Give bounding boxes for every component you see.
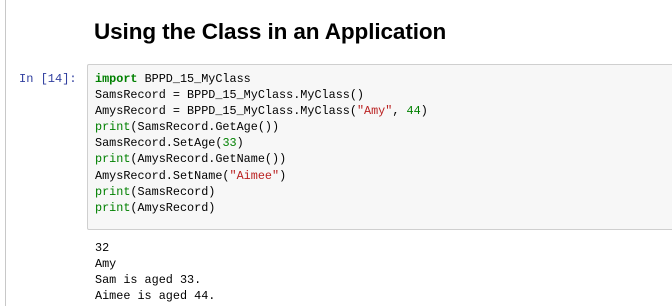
notebook-page: Using the Class in an Application In [14…	[0, 0, 672, 306]
code-token: 33	[222, 136, 237, 151]
code-token: AmysRecord = BPPD_15_MyClass.MyClass(	[95, 104, 357, 119]
markdown-heading: Using the Class in an Application	[94, 19, 447, 44]
code-token: )	[236, 136, 244, 151]
code-token: )	[279, 168, 287, 183]
code-line: AmysRecord = BPPD_15_MyClass.MyClass("Am…	[95, 103, 428, 119]
code-token: AmysRecord.SetName(	[95, 168, 230, 183]
code-token: BPPD_15_MyClass	[137, 72, 251, 86]
code-token: "Amy"	[356, 104, 393, 119]
code-token: print	[95, 200, 131, 215]
code-token: (SamsRecord.GetAge())	[130, 120, 280, 135]
code-line: print(AmysRecord.GetName())	[95, 151, 428, 167]
code-token: 44	[406, 104, 421, 119]
code-token: ,	[392, 104, 407, 119]
output-line: Aimee is aged 44.	[95, 289, 216, 304]
code-token: SamsRecord = BPPD_15_MyClass.MyClass()	[95, 88, 365, 103]
code-token: print	[95, 120, 131, 135]
code-token: (AmysRecord.GetName())	[130, 152, 287, 167]
notebook-left-border	[5, 0, 6, 306]
code-line: print(AmysRecord)	[95, 200, 428, 216]
code-line: print(SamsRecord.GetAge())	[95, 119, 428, 135]
code-line: import BPPD_15_MyClass	[95, 71, 428, 87]
code-token: print	[95, 184, 131, 199]
output-line: 32	[95, 241, 110, 255]
code-token: )	[420, 104, 428, 119]
code-line: AmysRecord.SetName("Aimee")	[95, 168, 428, 184]
code-line: SamsRecord = BPPD_15_MyClass.MyClass()	[95, 87, 428, 103]
code-line: print(SamsRecord)	[95, 184, 428, 200]
code-token: (AmysRecord)	[130, 200, 216, 215]
output-line: Amy	[95, 257, 117, 272]
cell-output: 32 Amy Sam is aged 33. Aimee is aged 44.	[95, 240, 215, 304]
code-token: import	[95, 72, 138, 86]
output-line: Sam is aged 33.	[95, 273, 202, 288]
input-prompt: In [14]:	[19, 72, 77, 86]
code-token: (SamsRecord)	[130, 184, 216, 199]
code-token: "Aimee"	[229, 168, 280, 183]
code-editor[interactable]: import BPPD_15_MyClass SamsRecord = BPPD_…	[95, 71, 428, 216]
code-token: SamsRecord.SetAge(	[95, 136, 223, 151]
code-line: SamsRecord.SetAge(33)	[95, 135, 428, 151]
code-token: print	[95, 152, 131, 167]
